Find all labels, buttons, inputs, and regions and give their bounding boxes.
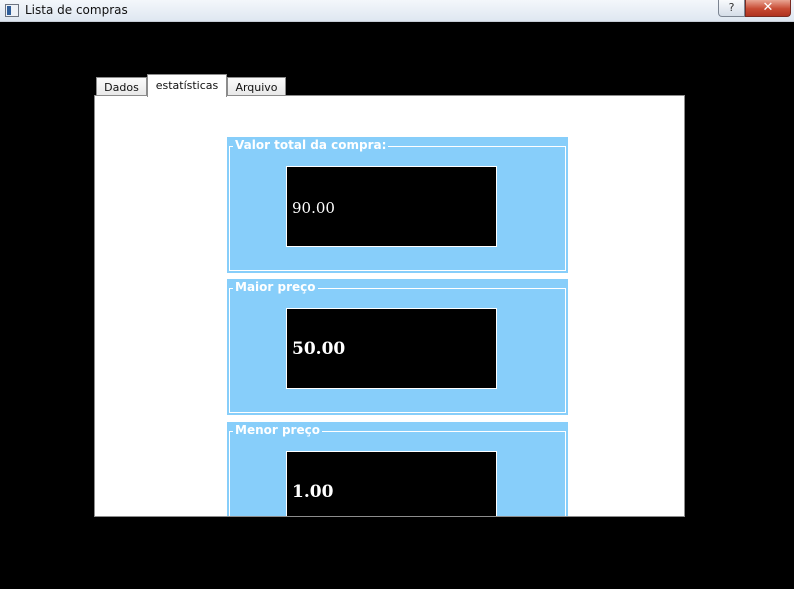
total-purchase-value: 90.00: [292, 199, 335, 217]
window-title: Lista de compras: [25, 3, 128, 17]
min-price-label: Menor preço: [233, 423, 322, 437]
tab-arquivo[interactable]: Arquivo: [227, 77, 286, 97]
max-price-group: Maior preço 50.00: [227, 279, 568, 415]
max-price-value: 50.00: [292, 339, 346, 359]
total-purchase-display: 90.00: [286, 166, 497, 247]
tab-estatisticas[interactable]: estatísticas: [147, 74, 227, 97]
statistics-panel: Valor total da compra: 90.00 Maior preço…: [94, 95, 685, 517]
max-price-label: Maior preço: [233, 280, 318, 294]
close-button[interactable]: ✕: [745, 0, 791, 17]
tab-dados[interactable]: Dados: [96, 77, 147, 97]
total-purchase-group: Valor total da compra: 90.00: [227, 137, 568, 273]
help-button[interactable]: ?: [718, 0, 745, 17]
min-price-group: Menor preço 1.00: [227, 422, 568, 516]
min-price-value: 1.00: [292, 482, 334, 502]
max-price-display: 50.00: [286, 308, 497, 389]
app-window-icon: [5, 4, 19, 17]
total-purchase-label: Valor total da compra:: [233, 138, 389, 152]
title-bar: Lista de compras ? ✕: [0, 0, 794, 22]
min-price-display: 1.00: [286, 451, 497, 516]
